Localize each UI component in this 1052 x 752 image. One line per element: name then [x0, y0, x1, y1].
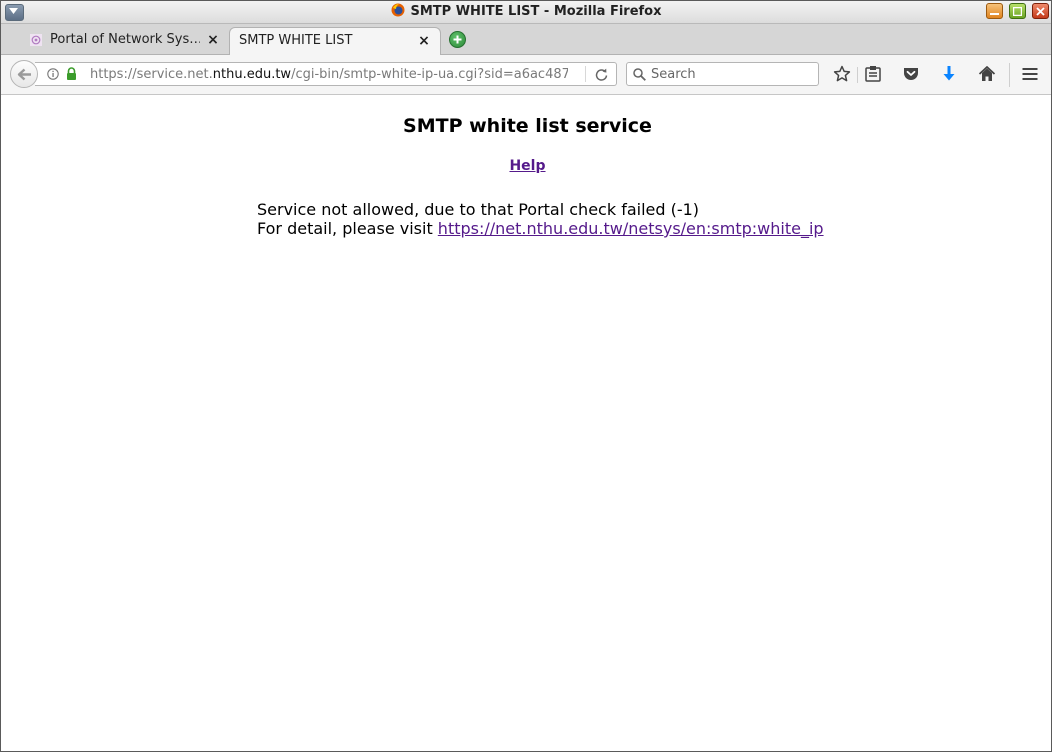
back-arrow-icon	[17, 68, 31, 81]
minimize-icon	[990, 13, 999, 15]
toolbar-divider	[1009, 63, 1010, 87]
page-title: SMTP white list service	[403, 115, 652, 137]
minimize-button[interactable]	[986, 3, 1003, 19]
title-bar: SMTP WHITE LIST - Mozilla Firefox	[1, 1, 1051, 24]
info-icon[interactable]	[47, 68, 59, 80]
help-link[interactable]: Help	[509, 158, 545, 174]
plus-icon	[453, 35, 462, 44]
tab-strip: Portal of Network Sys… × SMTP WHITE LIST…	[1, 24, 1051, 55]
download-icon[interactable]	[940, 65, 958, 83]
close-window-button[interactable]	[1032, 3, 1049, 19]
search-bar[interactable]	[626, 62, 819, 86]
browser-window: SMTP WHITE LIST - Mozilla Firefox Portal…	[0, 0, 1052, 752]
message-line-2: For detail, please visit https://net.nth…	[257, 219, 824, 238]
url-domain: nthu.edu.tw	[212, 67, 292, 82]
bookmark-star-icon[interactable]	[833, 65, 851, 83]
window-title: SMTP WHITE LIST - Mozilla Firefox	[410, 4, 662, 19]
close-tab-icon[interactable]: ×	[206, 33, 220, 47]
hamburger-menu-icon[interactable]	[1021, 65, 1039, 83]
maximize-button[interactable]	[1009, 3, 1026, 19]
url-text[interactable]: https://service.net.nthu.edu.tw/cgi-bin/…	[90, 67, 568, 82]
tab-label: Portal of Network Sys…	[50, 32, 200, 47]
status-message: Service not allowed, due to that Portal …	[257, 200, 824, 238]
home-icon[interactable]	[978, 65, 996, 83]
message-line-1: Service not allowed, due to that Portal …	[257, 200, 700, 219]
url-suffix: /cgi-bin/smtp-white-ip-ua.cgi?sid=a6ac48…	[291, 67, 568, 82]
help-link-wrap: Help	[5, 158, 1050, 174]
close-tab-icon[interactable]: ×	[417, 34, 431, 48]
firefox-icon	[391, 3, 404, 17]
navigation-bar: https://service.net.nthu.edu.tw/cgi-bin/…	[1, 55, 1051, 95]
pocket-icon[interactable]	[902, 65, 920, 83]
page-content: SMTP white list service Help Service not…	[5, 95, 1047, 749]
back-button[interactable]	[10, 60, 38, 88]
url-prefix: https://service.net.	[90, 67, 213, 82]
new-tab-button[interactable]	[449, 31, 466, 48]
url-bar[interactable]: https://service.net.nthu.edu.tw/cgi-bin/…	[35, 62, 617, 86]
toolbar-divider	[857, 67, 858, 83]
detail-link[interactable]: https://net.nthu.edu.tw/netsys/en:smtp:w…	[438, 219, 824, 238]
search-input[interactable]	[651, 65, 811, 83]
search-icon	[633, 68, 646, 81]
close-icon	[1036, 7, 1045, 16]
url-divider	[585, 66, 586, 82]
message-line-2-prefix: For detail, please visit	[257, 219, 438, 238]
reload-icon[interactable]	[595, 68, 608, 81]
tab-label: SMTP WHITE LIST	[239, 33, 353, 48]
tab-smtp-white-list[interactable]: SMTP WHITE LIST ×	[229, 27, 441, 55]
portal-favicon-icon	[30, 34, 42, 46]
bookmarks-menu-icon[interactable]	[864, 65, 882, 83]
lock-icon[interactable]	[66, 67, 77, 80]
maximize-icon	[1013, 7, 1022, 16]
window-title-wrap: SMTP WHITE LIST - Mozilla Firefox	[1, 3, 1051, 19]
tab-portal[interactable]: Portal of Network Sys… ×	[23, 27, 229, 54]
